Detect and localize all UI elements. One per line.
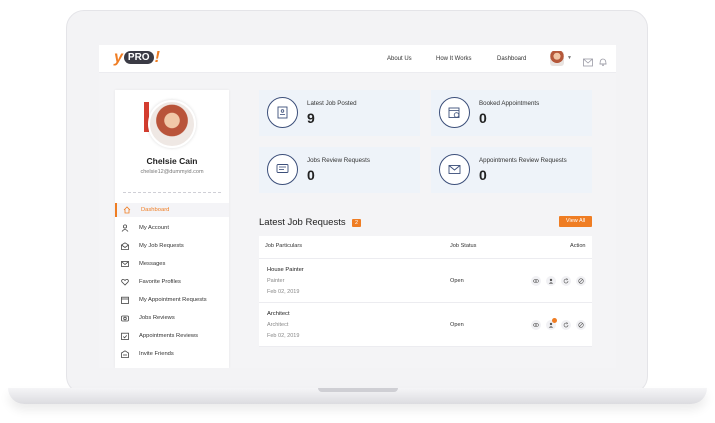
profile-name: Chelsie Cain: [146, 156, 198, 166]
eye-icon[interactable]: [531, 320, 541, 330]
stat-label: Appointments Review Requests: [479, 157, 567, 164]
job-status: Open: [450, 278, 464, 284]
logo-pro: PRO: [123, 51, 154, 65]
applicants-icon[interactable]: [546, 276, 556, 286]
logo-bang: !: [154, 49, 160, 66]
sidebar-item-jobs-reviews[interactable]: Jobs Reviews: [115, 311, 229, 325]
brand-logo[interactable]: y PRO!: [114, 49, 160, 67]
mail-icon[interactable]: [583, 54, 593, 67]
stat-label: Booked Appointments: [479, 100, 540, 107]
top-navbar: y PRO! About Us How It Works Dashboard ▼: [99, 45, 616, 73]
stat-value: 0: [479, 110, 487, 126]
sidebar-item-my-appointment-requests[interactable]: My Appointment Requests: [115, 293, 229, 307]
sidebar-item-label: Dashboard: [141, 207, 170, 213]
job-category: Painter: [267, 278, 285, 284]
refresh-icon[interactable]: [561, 320, 571, 330]
sidebar-item-invite-friends[interactable]: Invite Friends: [115, 347, 229, 361]
eye-icon[interactable]: [531, 276, 541, 286]
nav-about-us[interactable]: About Us: [387, 56, 412, 62]
stat-label: Jobs Review Requests: [307, 157, 370, 164]
profile-sidebar: Chelsie Cain chelsie12@dummyid.com Dashb…: [115, 90, 229, 368]
column-header-job-status: Job Status: [450, 243, 477, 249]
nav-dashboard[interactable]: Dashboard: [497, 56, 526, 62]
applicants-icon[interactable]: [546, 318, 557, 330]
job-requests-table: Job Particulars Job Status Action House …: [259, 236, 592, 347]
sidebar-item-my-job-requests[interactable]: My Job Requests: [115, 239, 229, 253]
laptop-mockup: y PRO! About Us How It Works Dashboard ▼ …: [0, 0, 715, 423]
sidebar-item-label: My Job Requests: [139, 243, 184, 249]
sidebar-item-label: Favorite Profiles: [139, 279, 181, 285]
calendar-icon: [121, 296, 129, 304]
sidebar-item-my-account[interactable]: My Account: [115, 221, 229, 235]
job-document-icon: [267, 97, 298, 128]
column-header-job-particulars: Job Particulars: [265, 243, 302, 249]
profile-avatar: [148, 100, 196, 148]
notification-dot: [552, 318, 557, 323]
table-divider: [259, 346, 592, 347]
stat-value: 9: [307, 110, 315, 126]
cancel-icon[interactable]: [576, 276, 586, 286]
logo-y: y: [114, 49, 123, 66]
stat-card-latest-job-posted[interactable]: Latest Job Posted 9: [259, 90, 420, 136]
stat-value: 0: [479, 167, 487, 183]
invite-icon: [121, 350, 129, 358]
job-title[interactable]: Architect: [267, 311, 290, 317]
stat-card-booked-appointments[interactable]: Booked Appointments 0: [431, 90, 592, 136]
mail-icon: [121, 260, 129, 268]
sidebar-item-favorite-profiles[interactable]: Favorite Profiles: [115, 275, 229, 289]
sidebar-item-label: Messages: [139, 261, 166, 267]
envelope-icon: [439, 154, 470, 185]
profile-email: chelsie12@dummyid.com: [140, 169, 204, 175]
sidebar-item-appointments-reviews[interactable]: Appointments Reviews: [115, 329, 229, 343]
stat-card-appointments-review-requests[interactable]: Appointments Review Requests 0: [431, 147, 592, 193]
bell-icon[interactable]: [598, 54, 608, 67]
job-date: Feb 02, 2019: [267, 289, 300, 295]
laptop-notch: [318, 388, 398, 392]
job-status: Open: [450, 322, 464, 328]
job-count-badge: 2: [352, 219, 361, 227]
envelope-open-icon: [121, 242, 129, 250]
sidebar-item-label: Invite Friends: [139, 351, 174, 357]
nav-how-it-works[interactable]: How It Works: [436, 56, 472, 62]
section-title-latest-job-requests: Latest Job Requests: [259, 217, 346, 228]
job-date: Feb 02, 2019: [267, 333, 300, 339]
user-icon: [121, 224, 129, 232]
sidebar-item-label: My Account: [139, 225, 169, 231]
home-icon: [123, 206, 131, 214]
calendar-clock-icon: [439, 97, 470, 128]
job-category: Architect: [267, 322, 289, 328]
job-title[interactable]: House Painter: [267, 267, 304, 273]
table-row: Architect Architect Feb 02, 2019 Open: [259, 303, 592, 347]
sidebar-item-dashboard[interactable]: Dashboard: [115, 203, 229, 217]
sidebar-item-label: Jobs Reviews: [139, 315, 175, 321]
app-screen: y PRO! About Us How It Works Dashboard ▼ …: [99, 45, 616, 368]
chat-lines-icon: [267, 154, 298, 185]
stat-value: 0: [307, 167, 315, 183]
table-row: House Painter Painter Feb 02, 2019 Open: [259, 259, 592, 303]
refresh-icon[interactable]: [561, 276, 571, 286]
heart-icon: [121, 278, 129, 286]
column-header-action: Action: [570, 243, 586, 249]
stat-label: Latest Job Posted: [307, 100, 357, 107]
chevron-down-icon[interactable]: ▼: [567, 55, 572, 61]
sidebar-divider: [123, 192, 221, 193]
sidebar-item-label: My Appointment Requests: [139, 297, 207, 303]
camera-icon: [121, 314, 129, 322]
sidebar-item-messages[interactable]: Messages: [115, 257, 229, 271]
cancel-icon[interactable]: [576, 320, 586, 330]
user-avatar-small[interactable]: [550, 51, 564, 66]
stat-card-jobs-review-requests[interactable]: Jobs Review Requests 0: [259, 147, 420, 193]
view-all-button[interactable]: View All: [559, 216, 592, 227]
calendar-check-icon: [121, 332, 129, 340]
sidebar-item-label: Appointments Reviews: [139, 333, 198, 339]
